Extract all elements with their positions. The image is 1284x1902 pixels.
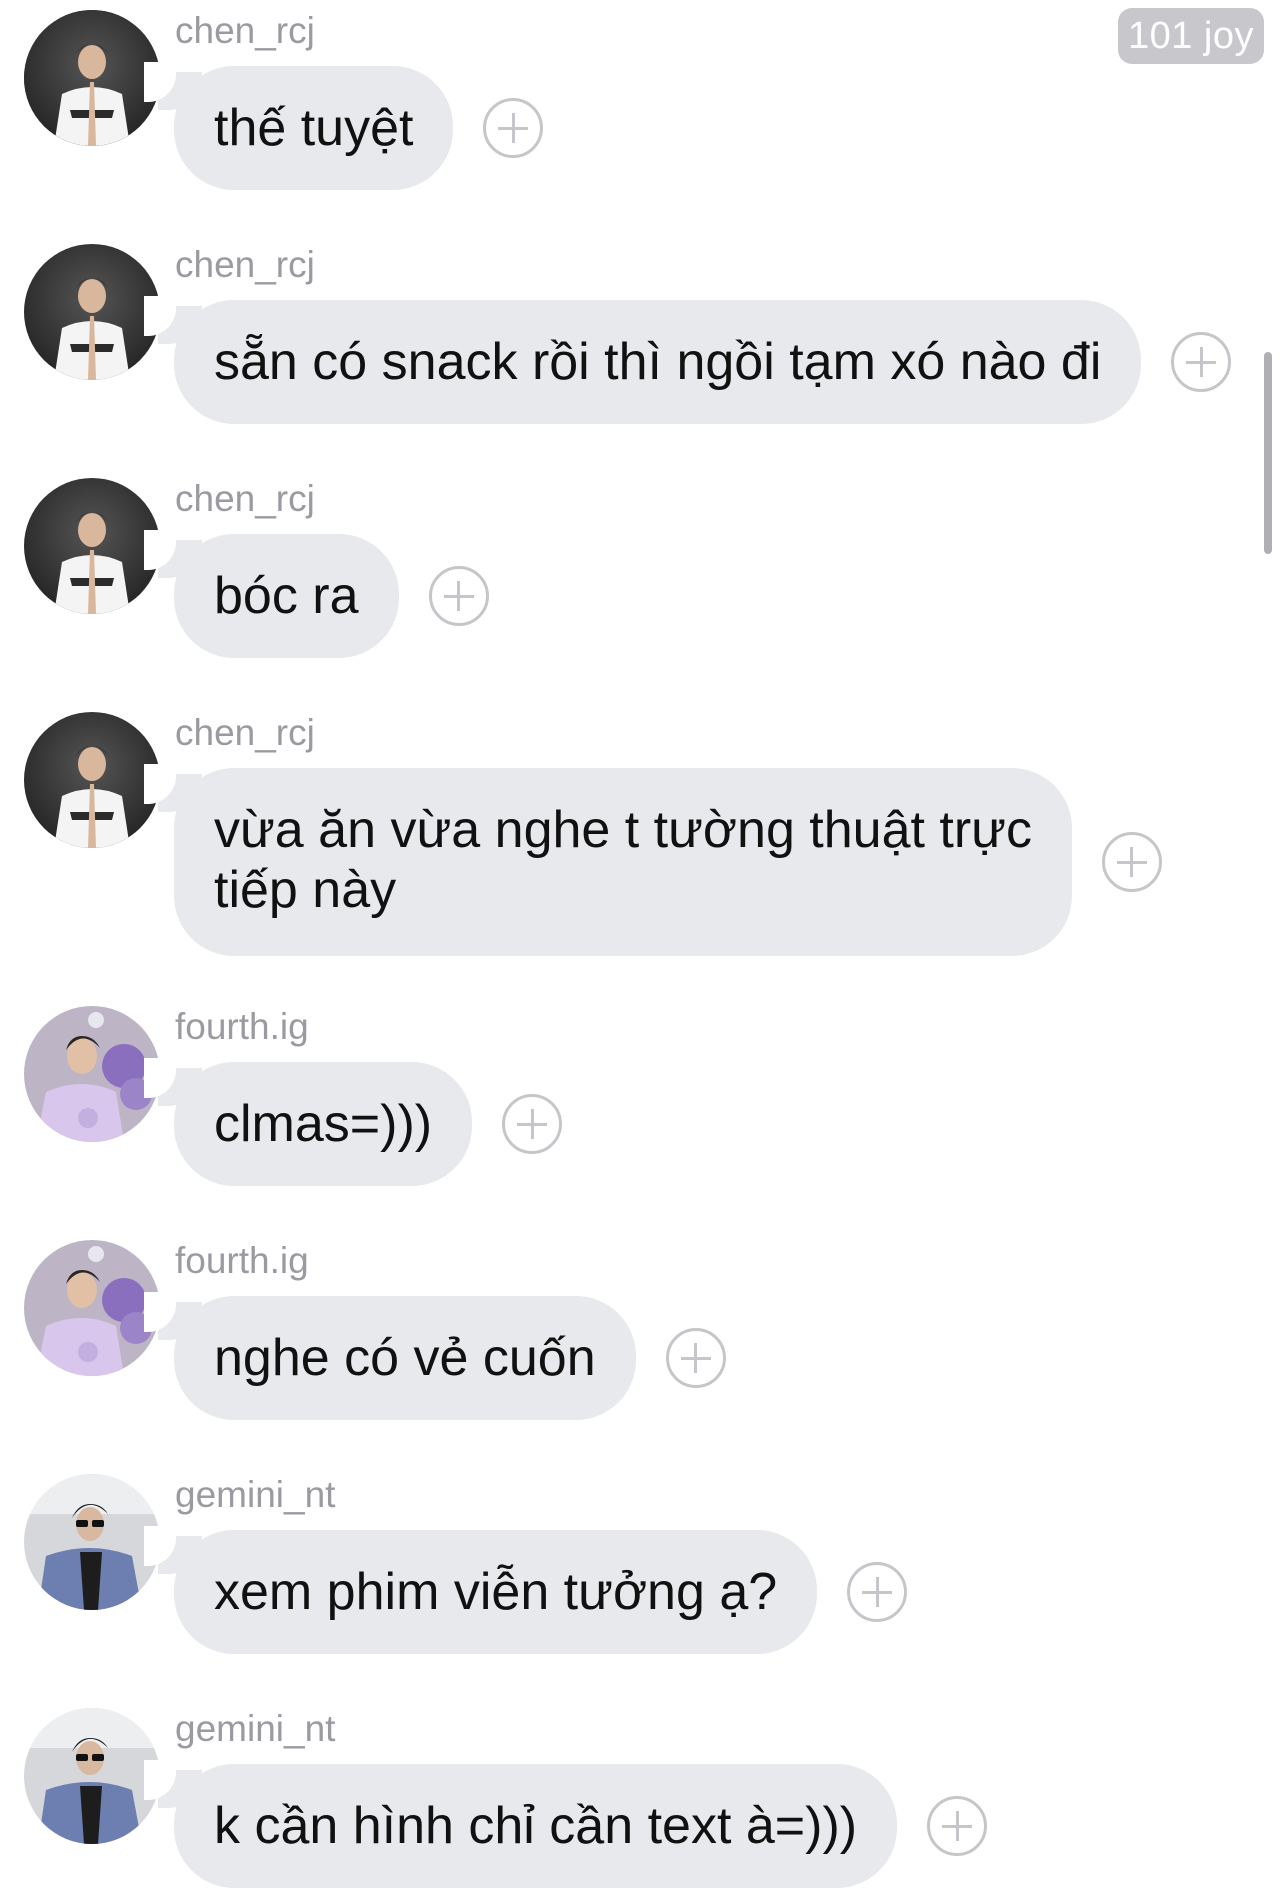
add-reaction-icon[interactable] [428,566,489,626]
bubble-row: vừa ăn vừa nghe t tường thuật trực tiếp … [144,764,1162,956]
avatar[interactable] [24,1006,160,1142]
gemini-avatar-image [24,1708,160,1844]
add-reaction-icon[interactable] [1171,332,1232,392]
avatar[interactable] [24,10,160,146]
add-reaction-icon[interactable] [502,1094,563,1154]
bubble-row: bóc ra [144,530,489,658]
reaction-count-badge: 101 joy [1117,8,1264,64]
chen-avatar-image [24,244,160,380]
message-username: fourth.ig [175,1240,309,1281]
message-username: chen_rcj [175,244,315,285]
add-reaction-icon[interactable] [483,98,544,158]
avatar[interactable] [24,1474,160,1610]
message-line: vừa ăn vừa nghe t tường thuật trực [214,801,1032,859]
gemini-avatar-image [24,1474,160,1610]
message-bubble[interactable]: clmas=))) [143,1058,473,1186]
avatar[interactable] [24,244,160,380]
message-line: tiếp này [214,861,397,919]
avatar[interactable] [24,1240,160,1376]
chen-avatar-image [24,10,160,146]
fourth-avatar-image [24,1006,160,1142]
bubble-row: nghe có vẻ cuốn [144,1292,726,1420]
avatar[interactable] [24,1708,160,1844]
chat-screen: 101 joy chen_rcj thế tuyệt chen_rcj sẵn … [0,0,1284,1902]
message-username: chen_rcj [175,712,315,753]
add-reaction-icon[interactable] [847,1562,908,1622]
bubble-row: k cần hình chỉ cần text à=))) [143,1760,988,1888]
message-bubble[interactable]: thế tuyệt [143,62,454,190]
add-reaction-icon[interactable] [665,1328,726,1388]
message-username: gemini_nt [175,1708,336,1749]
chen-avatar-image [24,478,160,614]
message-username: fourth.ig [175,1006,309,1047]
message-bubble[interactable]: xem phim viễn tưởng ạ? [143,1526,818,1654]
fourth-avatar-image [24,1240,160,1376]
message-bubble[interactable]: bóc ra [144,530,399,658]
avatar[interactable] [24,478,160,614]
message-username: chen_rcj [175,10,315,51]
message-bubble[interactable]: vừa ăn vừa nghe t tường thuật trực tiếp … [144,764,1072,956]
chen-avatar-image [24,712,160,848]
message-username: gemini_nt [175,1474,336,1515]
message-bubble[interactable]: nghe có vẻ cuốn [144,1292,636,1420]
message-bubble[interactable]: k cần hình chỉ cần text à=))) [143,1760,898,1888]
add-reaction-icon[interactable] [1101,832,1162,892]
bubble-row: clmas=))) [143,1058,563,1186]
bubble-row: thế tuyệt [143,62,544,190]
avatar[interactable] [24,712,160,848]
bubble-row: xem phim viễn tưởng ạ? [143,1526,908,1654]
add-reaction-icon[interactable] [927,1796,988,1856]
message-bubble[interactable]: sẵn có snack rồi thì ngồi tạm xó nào đi [143,296,1142,424]
bubble-row: sẵn có snack rồi thì ngồi tạm xó nào đi [143,296,1232,424]
scrollbar[interactable] [1264,352,1272,554]
message-username: chen_rcj [175,478,315,519]
